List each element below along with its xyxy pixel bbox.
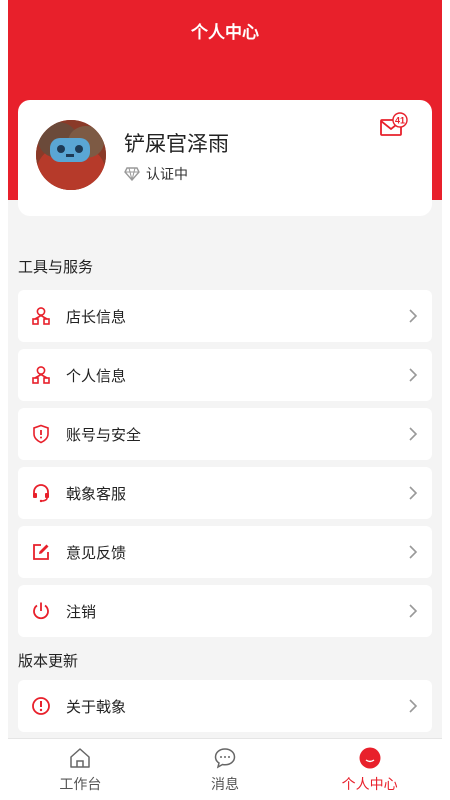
menu-item-account-security[interactable]: 账号与安全 <box>18 408 432 460</box>
menu-label-personal: 个人信息 <box>66 366 127 385</box>
verify-status: 认证中 <box>124 164 188 184</box>
menu-item-personal[interactable]: 个人信息 <box>18 349 432 401</box>
section-title-tools: 工具与服务 <box>18 258 94 276</box>
menu-item-customer-service[interactable]: 戟象客服 <box>18 467 432 519</box>
power-icon <box>30 600 52 622</box>
menu-item-shop-owner[interactable]: 店长信息 <box>18 290 432 342</box>
tab-profile[interactable]: 个人中心 <box>297 739 442 800</box>
profile-card[interactable]: 铲屎官泽雨 认证中 41 <box>18 100 432 216</box>
shield-icon <box>30 423 52 445</box>
chevron-right-icon <box>409 486 418 500</box>
bottom-tab-bar: 工作台 消息 个人中心 <box>8 738 442 800</box>
menu-label-logout: 注销 <box>66 602 97 621</box>
mail-icon[interactable]: 41 <box>380 112 410 138</box>
tab-workbench[interactable]: 工作台 <box>8 739 153 800</box>
headset-icon <box>30 482 52 504</box>
home-icon <box>70 747 91 768</box>
edit-icon <box>30 541 52 563</box>
user-group-icon <box>30 364 52 386</box>
right-edge <box>442 0 450 800</box>
menu-label-account-security: 账号与安全 <box>66 425 142 444</box>
profile-face-icon <box>359 747 381 768</box>
chat-bubble-icon <box>214 747 236 768</box>
menu-item-about[interactable]: 关于戟象 <box>18 680 432 732</box>
info-icon <box>30 695 52 717</box>
menu-label-customer-service: 戟象客服 <box>66 484 127 503</box>
verify-status-text: 认证中 <box>146 167 188 183</box>
menu-item-logout[interactable]: 注销 <box>18 585 432 637</box>
tab-messages[interactable]: 消息 <box>153 739 298 800</box>
mail-badge-count: 41 <box>395 116 405 126</box>
section-title-version: 版本更新 <box>18 652 79 670</box>
tab-label-profile: 个人中心 <box>341 776 398 793</box>
page-title: 个人中心 <box>191 23 259 43</box>
chevron-right-icon <box>409 427 418 441</box>
tab-label-workbench: 工作台 <box>59 776 102 793</box>
chevron-right-icon <box>409 545 418 559</box>
chevron-right-icon <box>409 699 418 713</box>
user-group-icon <box>30 305 52 327</box>
avatar[interactable] <box>36 120 106 190</box>
avatar-image <box>36 120 106 190</box>
chevron-right-icon <box>409 368 418 382</box>
menu-label-about: 关于戟象 <box>66 697 127 716</box>
chevron-right-icon <box>409 309 418 323</box>
tab-label-messages: 消息 <box>211 776 239 793</box>
left-edge <box>0 0 8 800</box>
menu-item-feedback[interactable]: 意见反馈 <box>18 526 432 578</box>
chevron-right-icon <box>409 604 418 618</box>
menu-label-shop-owner: 店长信息 <box>66 307 127 326</box>
menu-label-feedback: 意见反馈 <box>66 543 127 562</box>
diamond-icon <box>124 167 140 181</box>
user-name: 铲屎官泽雨 <box>124 132 229 156</box>
